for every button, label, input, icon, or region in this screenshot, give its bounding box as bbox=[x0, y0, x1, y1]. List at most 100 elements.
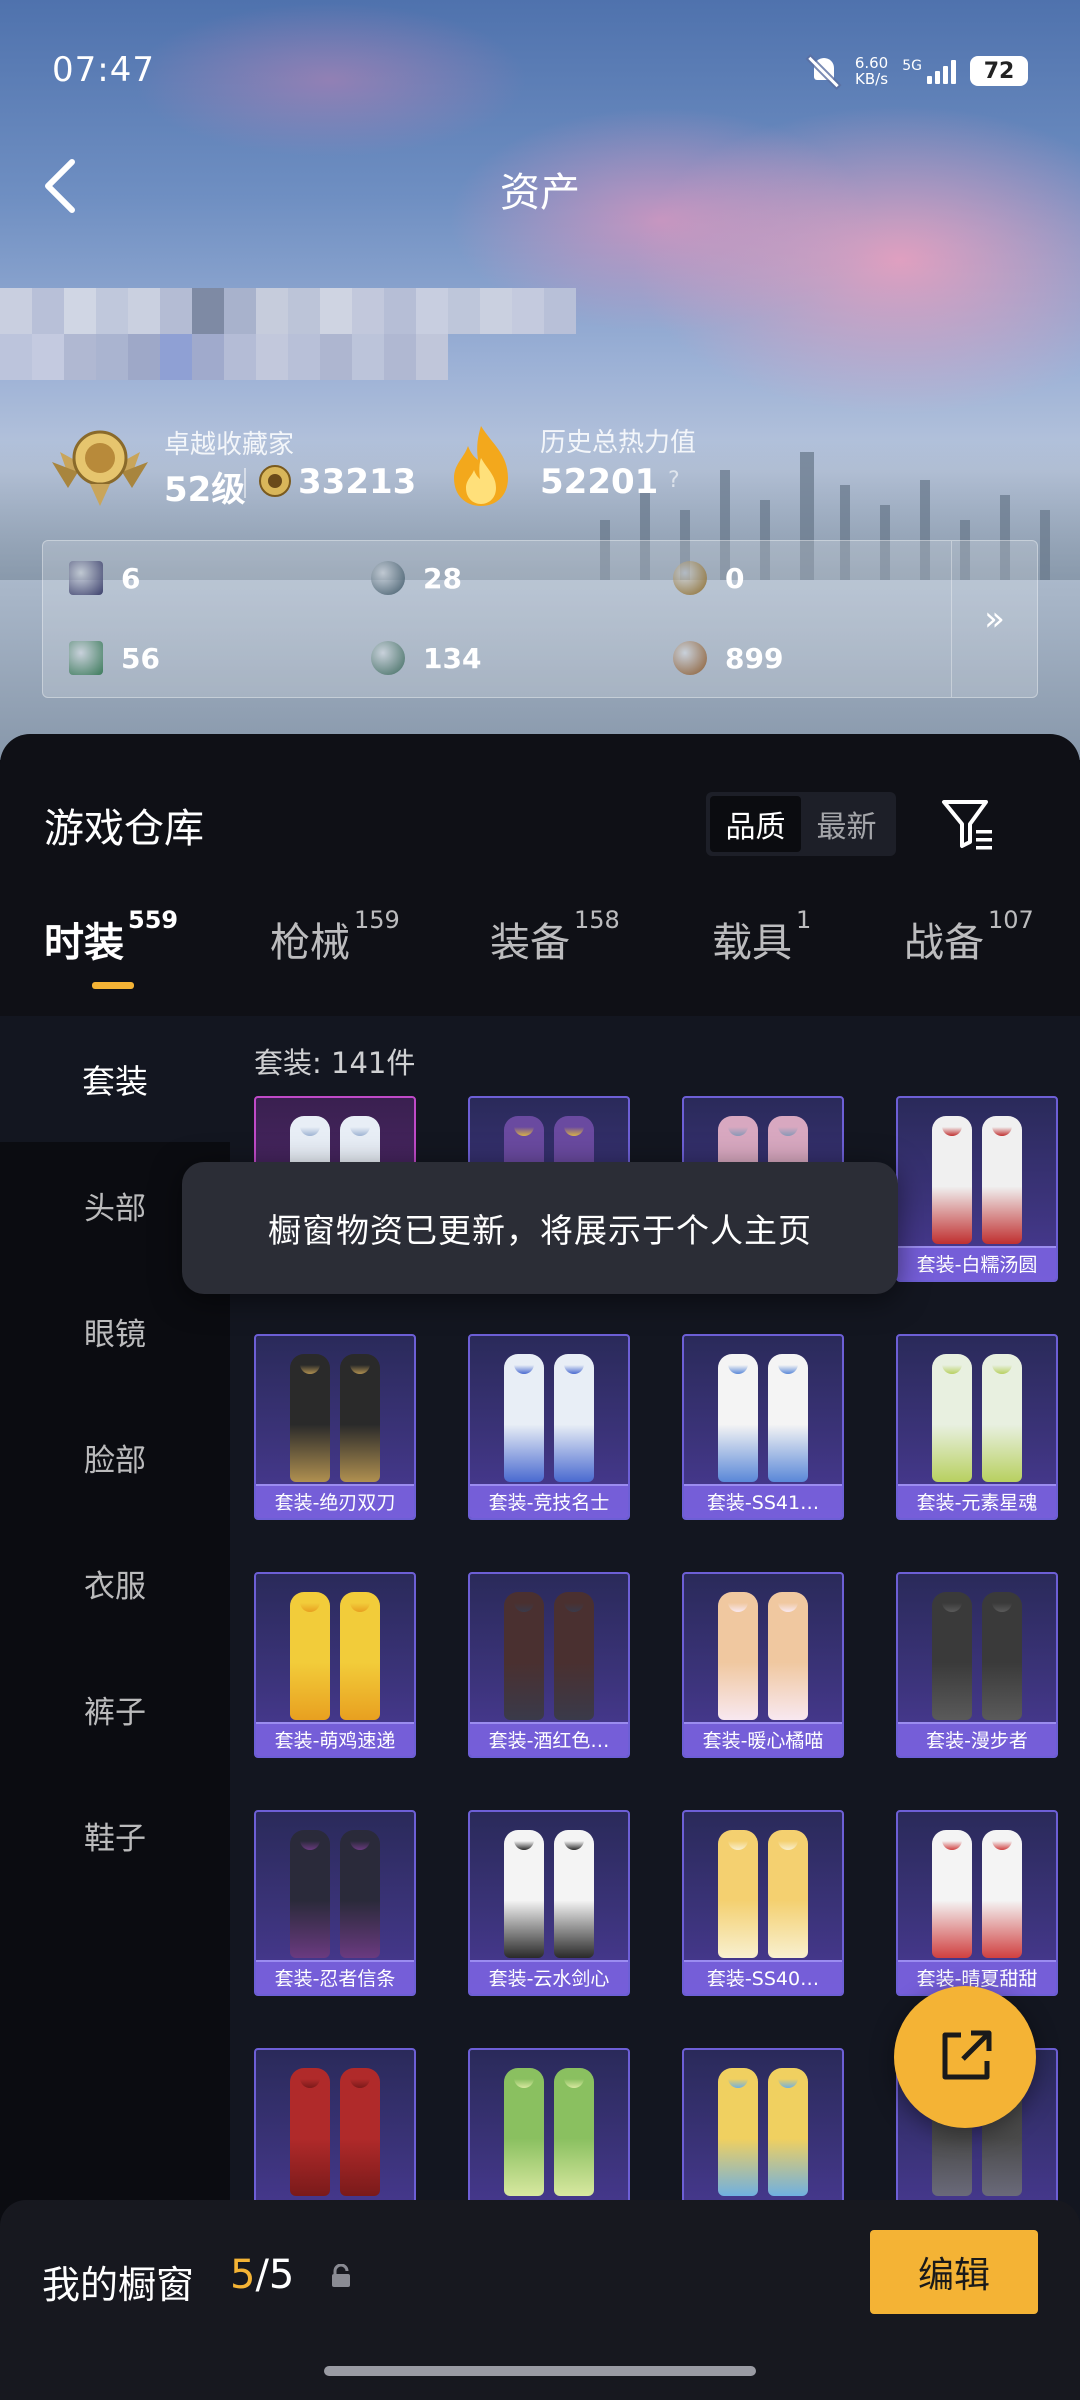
item-card[interactable]: 套装-忍者信条 bbox=[254, 1810, 416, 1996]
status-bar: 07:47 6.60 KB/s 5G 72 bbox=[0, 0, 1080, 140]
tab-supplies[interactable]: 战备 107 bbox=[904, 906, 1034, 968]
item-card[interactable]: 套装-暖心橘喵 bbox=[682, 1572, 844, 1758]
gold-coin-icon bbox=[673, 561, 707, 595]
collection-points: 33213 bbox=[298, 462, 417, 502]
item-caption: 套装-暖心橘喵 bbox=[684, 1722, 842, 1756]
network-speed: 6.60 KB/s bbox=[854, 54, 889, 88]
outfit-figure bbox=[504, 1354, 598, 1482]
share-icon bbox=[942, 2030, 992, 2080]
item-caption: 套装-竞技名士 bbox=[470, 1484, 628, 1518]
card-icon bbox=[69, 561, 103, 595]
outfit-figure bbox=[290, 1592, 384, 1720]
jade-coin-icon bbox=[371, 641, 405, 675]
showcase-count: 5/5 bbox=[230, 2252, 295, 2298]
outfit-figure bbox=[290, 1830, 384, 1958]
resource-item: 134 bbox=[371, 641, 481, 675]
outfit-figure bbox=[932, 1354, 1026, 1482]
collector-title: 卓越收藏家 bbox=[164, 430, 295, 460]
outfit-figure bbox=[718, 1354, 812, 1482]
item-caption: 套装-云水剑心 bbox=[470, 1960, 628, 1994]
help-icon[interactable]: ? bbox=[668, 468, 680, 493]
heat-value: 52201 bbox=[540, 462, 659, 502]
category-tabs: 时装 559 枪械 159 装备 158 载具 1 战备 107 bbox=[0, 906, 1080, 1010]
warehouse-title: 游戏仓库 bbox=[44, 806, 204, 852]
active-tab-indicator bbox=[92, 982, 134, 989]
tab-equipment[interactable]: 装备 158 bbox=[490, 906, 620, 968]
sidebar-item-pants[interactable]: 裤子 bbox=[0, 1646, 230, 1772]
signal-icon: 5G bbox=[902, 58, 956, 84]
item-caption: 套装-SS40… bbox=[684, 1960, 842, 1994]
outfit-figure bbox=[504, 1830, 598, 1958]
my-showcase-label: 我的橱窗 bbox=[42, 2263, 195, 2307]
heat-title: 历史总热力值 bbox=[540, 428, 697, 458]
item-card[interactable]: 套装-SS41… bbox=[682, 1334, 844, 1520]
toast-message: 橱窗物资已更新，将展示于个人主页 bbox=[182, 1162, 898, 1294]
battery-icon: 72 bbox=[970, 56, 1028, 86]
outfit-figure bbox=[718, 1592, 812, 1720]
sidebar-item-suits[interactable]: 套装 bbox=[0, 1016, 230, 1142]
badge-coin-icon bbox=[259, 465, 291, 497]
outfit-figure bbox=[932, 1116, 1026, 1244]
outfit-figure bbox=[718, 2068, 812, 2196]
resource-item: 0 bbox=[673, 561, 744, 595]
item-caption: 套装-绝刃双刀 bbox=[256, 1484, 414, 1518]
item-caption: 套装-白糯汤圆 bbox=[898, 1246, 1056, 1280]
bottom-bar: 我的橱窗 5/5 编辑 bbox=[0, 2200, 1080, 2400]
item-card[interactable]: 套装-白糯汤圆 bbox=[896, 1096, 1058, 1282]
resource-item: 6 bbox=[69, 561, 140, 595]
suit-count: 套装: 141件 bbox=[254, 1046, 416, 1080]
outfit-figure bbox=[718, 1830, 812, 1958]
tab-vehicles[interactable]: 载具 1 bbox=[712, 906, 811, 968]
item-card[interactable]: 套装-竞技名士 bbox=[468, 1334, 630, 1520]
home-indicator[interactable] bbox=[324, 2366, 756, 2376]
tab-guns[interactable]: 枪械 159 bbox=[270, 906, 400, 968]
item-card[interactable]: 套装-萌鸡速递 bbox=[254, 1572, 416, 1758]
item-caption: 套装-酒红色… bbox=[470, 1722, 628, 1756]
item-card[interactable]: 套装-SS40… bbox=[682, 1810, 844, 1996]
item-card[interactable]: 套装-绝刃双刀 bbox=[254, 1334, 416, 1520]
outfit-figure bbox=[290, 1354, 384, 1482]
tab-fashion[interactable]: 时装 559 bbox=[44, 906, 178, 968]
item-card[interactable]: 套装-酒红色… bbox=[468, 1572, 630, 1758]
item-card[interactable]: 套装-晴夏甜甜 bbox=[896, 1810, 1058, 1996]
silver-coin-icon bbox=[371, 561, 405, 595]
sort-toggle: 品质 最新 bbox=[706, 792, 896, 856]
resource-item: 28 bbox=[371, 561, 462, 595]
green-card-icon bbox=[69, 641, 103, 675]
item-card[interactable]: 套装-元素星魂 bbox=[896, 1334, 1058, 1520]
item-caption: 套装-萌鸡速递 bbox=[256, 1722, 414, 1756]
collector-medal-icon bbox=[52, 430, 148, 506]
sort-newest-button[interactable]: 最新 bbox=[801, 796, 892, 852]
mute-icon bbox=[807, 54, 841, 88]
sidebar-item-clothes[interactable]: 衣服 bbox=[0, 1520, 230, 1646]
resources-more-button[interactable]: » bbox=[951, 541, 1037, 697]
status-time: 07:47 bbox=[52, 50, 155, 90]
filter-icon[interactable] bbox=[940, 796, 996, 852]
item-caption: 套装-SS41… bbox=[684, 1484, 842, 1518]
page-title: 资产 bbox=[500, 170, 580, 216]
sort-quality-button[interactable]: 品质 bbox=[710, 796, 801, 852]
sidebar-item-shoes[interactable]: 鞋子 bbox=[0, 1772, 230, 1898]
outfit-figure bbox=[504, 2068, 598, 2196]
edit-button[interactable]: 编辑 bbox=[870, 2230, 1038, 2314]
warehouse-panel: 游戏仓库 品质 最新 时装 559 枪械 159 装备 158 载具 1 战备 107 套… bbox=[0, 734, 1080, 2400]
item-card[interactable]: 套装-云水剑心 bbox=[468, 1810, 630, 1996]
outfit-figure bbox=[290, 2068, 384, 2196]
outfit-figure bbox=[504, 1592, 598, 1720]
collector-level: 52级 bbox=[164, 470, 246, 510]
sidebar-item-face[interactable]: 脸部 bbox=[0, 1394, 230, 1520]
item-card[interactable]: 套装-漫步者 bbox=[896, 1572, 1058, 1758]
outfit-figure bbox=[932, 1592, 1026, 1720]
item-caption: 套装-漫步者 bbox=[898, 1722, 1056, 1756]
resource-panel: 6 28 0 56 134 899 » bbox=[42, 540, 1038, 698]
resource-item: 56 bbox=[69, 641, 160, 675]
divider bbox=[244, 468, 246, 498]
item-caption: 套装-忍者信条 bbox=[256, 1960, 414, 1994]
share-button[interactable] bbox=[894, 1986, 1036, 2128]
status-icons: 6.60 KB/s 5G 72 bbox=[807, 54, 1028, 88]
bronze-coin-icon bbox=[673, 641, 707, 675]
flame-icon bbox=[454, 426, 508, 506]
outfit-figure bbox=[932, 1830, 1026, 1958]
item-caption: 套装-元素星魂 bbox=[898, 1484, 1056, 1518]
lock-icon bbox=[332, 2264, 350, 2287]
